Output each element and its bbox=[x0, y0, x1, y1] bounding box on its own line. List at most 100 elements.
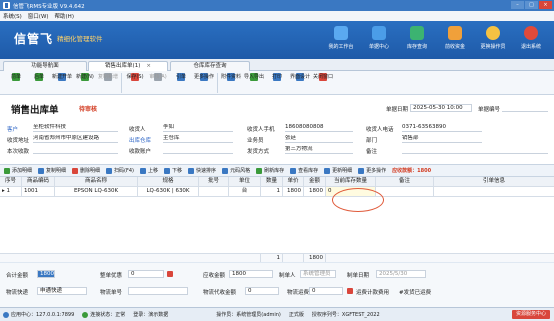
cod-field[interactable]: 0 bbox=[245, 287, 279, 295]
import-order-button[interactable]: 引单 bbox=[171, 71, 191, 83]
grid-more-button[interactable]: 更多操作 bbox=[358, 167, 386, 174]
col-no[interactable]: 序号 bbox=[0, 177, 22, 187]
doc-date-field[interactable]: 2025-05-30 10:00 bbox=[410, 104, 472, 112]
copy-new-button[interactable]: 复制新增 bbox=[98, 71, 118, 83]
col-stock[interactable]: 当前库存数量 bbox=[326, 177, 376, 187]
cell-name[interactable]: EPSON LQ-630K bbox=[55, 187, 138, 197]
customer-field[interactable]: 至柜软件科技 bbox=[33, 124, 118, 132]
copy-row-button[interactable]: 复制明细 bbox=[38, 167, 66, 174]
nav-workbench[interactable]: 我的工作台 bbox=[322, 24, 360, 50]
update-rows-button[interactable]: 更新明细 bbox=[324, 167, 352, 174]
warehouse-label[interactable]: 出库仓库 bbox=[129, 136, 151, 144]
maximize-button[interactable]: □ bbox=[525, 1, 538, 9]
phone-field[interactable]: 0371-63563890 bbox=[402, 124, 482, 132]
mobile-field[interactable]: 18608080808 bbox=[285, 124, 353, 132]
print-button[interactable]: 打印 bbox=[267, 71, 287, 83]
col-remark[interactable]: 备注 bbox=[376, 177, 434, 187]
cell-remark[interactable] bbox=[376, 187, 434, 197]
menu-help[interactable]: 帮助(H) bbox=[55, 12, 74, 20]
menu-window[interactable]: 窗口(W) bbox=[28, 12, 49, 20]
prev-doc-button[interactable]: 前单 bbox=[6, 71, 26, 83]
next-doc-button[interactable]: 后单 bbox=[29, 71, 49, 83]
more-actions-button[interactable]: 更多操作 bbox=[194, 71, 214, 83]
cell-unit[interactable]: 台 bbox=[229, 187, 261, 197]
cell-batch[interactable] bbox=[199, 187, 229, 197]
consignee-field[interactable]: 李如 bbox=[163, 124, 233, 132]
window-title: 信管飞RMS专业版 V9.4.642 bbox=[13, 3, 85, 10]
freight-field[interactable]: 0 bbox=[309, 287, 343, 295]
logistics-field[interactable]: 申通快递 bbox=[37, 287, 87, 295]
nav-exit[interactable]: 退出系统 bbox=[512, 24, 550, 50]
discount-field[interactable]: 0 bbox=[128, 270, 164, 278]
delete-row-button[interactable]: 删除明细 bbox=[72, 167, 100, 174]
tab-close-icon[interactable]: × bbox=[146, 63, 151, 69]
nav-documents[interactable]: 单据中心 bbox=[360, 24, 398, 50]
save-button[interactable]: 保存(S) bbox=[125, 71, 145, 83]
total-field[interactable]: 1800 bbox=[37, 270, 55, 278]
summary-amount: 1800 bbox=[304, 254, 326, 262]
remark-field[interactable] bbox=[402, 146, 548, 154]
tab-function-nav[interactable]: 功能导航面 bbox=[3, 61, 87, 71]
version-status: 正式版 bbox=[288, 312, 304, 318]
doc-number-field[interactable] bbox=[502, 104, 548, 112]
col-name[interactable]: 商品名称 bbox=[55, 177, 138, 187]
tab-sales-outbound[interactable]: 销售出库单(1) × bbox=[88, 61, 168, 71]
cell-amount[interactable]: 1800 bbox=[304, 187, 326, 197]
move-up-button[interactable]: 上移 bbox=[140, 167, 158, 174]
cell-spec[interactable]: LQ-630K | 630K bbox=[138, 187, 199, 197]
address-field[interactable]: 河南省郑州市中原区建设路 bbox=[33, 135, 118, 143]
nav-switch-operator[interactable]: 更换操作员 bbox=[474, 24, 512, 50]
account-field[interactable] bbox=[163, 146, 233, 154]
new-order-button[interactable]: 新建开单 bbox=[52, 71, 72, 83]
minimize-button[interactable]: – bbox=[511, 1, 524, 9]
col-unit[interactable]: 单位 bbox=[229, 177, 261, 187]
shipping-field[interactable]: 第三方物流 bbox=[285, 146, 353, 154]
app-server-status: 应用中心：127.0.0.1:7899 bbox=[3, 311, 74, 318]
col-amount[interactable]: 金额 bbox=[304, 177, 326, 187]
nav-stock-query[interactable]: 库存查询 bbox=[398, 24, 436, 50]
refresh-stock-button[interactable]: 刷新库存 bbox=[256, 167, 284, 174]
col-spec[interactable]: 规格 bbox=[138, 177, 199, 187]
cell-code[interactable]: 1001 bbox=[22, 187, 55, 197]
import-export-button[interactable]: 导入导出 bbox=[244, 71, 264, 83]
nav-funds[interactable]: 前收资金 bbox=[436, 24, 474, 50]
menu-system[interactable]: 系统(S) bbox=[3, 12, 22, 20]
style-button[interactable]: 元码风格 bbox=[222, 167, 250, 174]
summary-spacer bbox=[0, 254, 261, 262]
toolbar-divider bbox=[217, 73, 218, 93]
layout-design-button[interactable]: 界面设计 bbox=[290, 71, 310, 83]
quick-sort-button[interactable]: 快速排序 bbox=[188, 167, 216, 174]
received-field[interactable] bbox=[33, 146, 118, 154]
add-row-button[interactable]: 添加明细 bbox=[4, 167, 32, 174]
col-batch[interactable]: 批号 bbox=[199, 177, 229, 187]
freight-check-icon[interactable] bbox=[347, 288, 353, 294]
audit-button[interactable]: 审核(A) bbox=[148, 71, 168, 83]
cell-price[interactable]: 1800 bbox=[283, 187, 304, 197]
tab-warehouse-stock[interactable]: 仓库库存查询 bbox=[170, 61, 250, 71]
customer-label[interactable]: 客户 bbox=[7, 125, 18, 133]
money-icon bbox=[448, 26, 462, 40]
warehouse-field[interactable]: 主仓库 bbox=[163, 135, 233, 143]
discount-label: 整单优惠 bbox=[100, 273, 123, 279]
menu-bar: 系统(S) 窗口(W) 帮助(H) bbox=[0, 11, 554, 21]
cell-qty[interactable]: 1 bbox=[261, 187, 283, 197]
col-qty[interactable]: 数量 bbox=[261, 177, 283, 187]
resource-center-button[interactable]: 资源服务中心 bbox=[511, 310, 550, 319]
view-stock-button[interactable]: 查看库存 bbox=[290, 167, 318, 174]
col-ref[interactable]: 引单信息 bbox=[434, 177, 554, 187]
col-code[interactable]: 商品编码 bbox=[22, 177, 55, 187]
move-down-button[interactable]: 下移 bbox=[164, 167, 182, 174]
dept-field[interactable]: 销售部 bbox=[402, 135, 482, 143]
close-window-button[interactable]: 关闭窗口 bbox=[313, 71, 333, 83]
close-button[interactable]: × bbox=[539, 1, 552, 9]
salesman-field[interactable]: 张廷 bbox=[285, 135, 353, 143]
attachments-button[interactable]: 附件资料 bbox=[221, 71, 241, 83]
new-button[interactable]: 新建(N) bbox=[75, 71, 95, 83]
discount-calc-icon[interactable] bbox=[167, 271, 173, 277]
col-price[interactable]: 单价 bbox=[283, 177, 304, 187]
login-status: 登录：演示数据 bbox=[133, 312, 169, 318]
consignee-label: 收货人 bbox=[129, 127, 146, 133]
table-row[interactable]: ▸ 1 1001 EPSON LQ-630K LQ-630K | 630K 台 … bbox=[0, 187, 554, 197]
scan-button[interactable]: 扫码(F4) bbox=[106, 167, 134, 174]
tracking-field[interactable] bbox=[128, 287, 188, 295]
